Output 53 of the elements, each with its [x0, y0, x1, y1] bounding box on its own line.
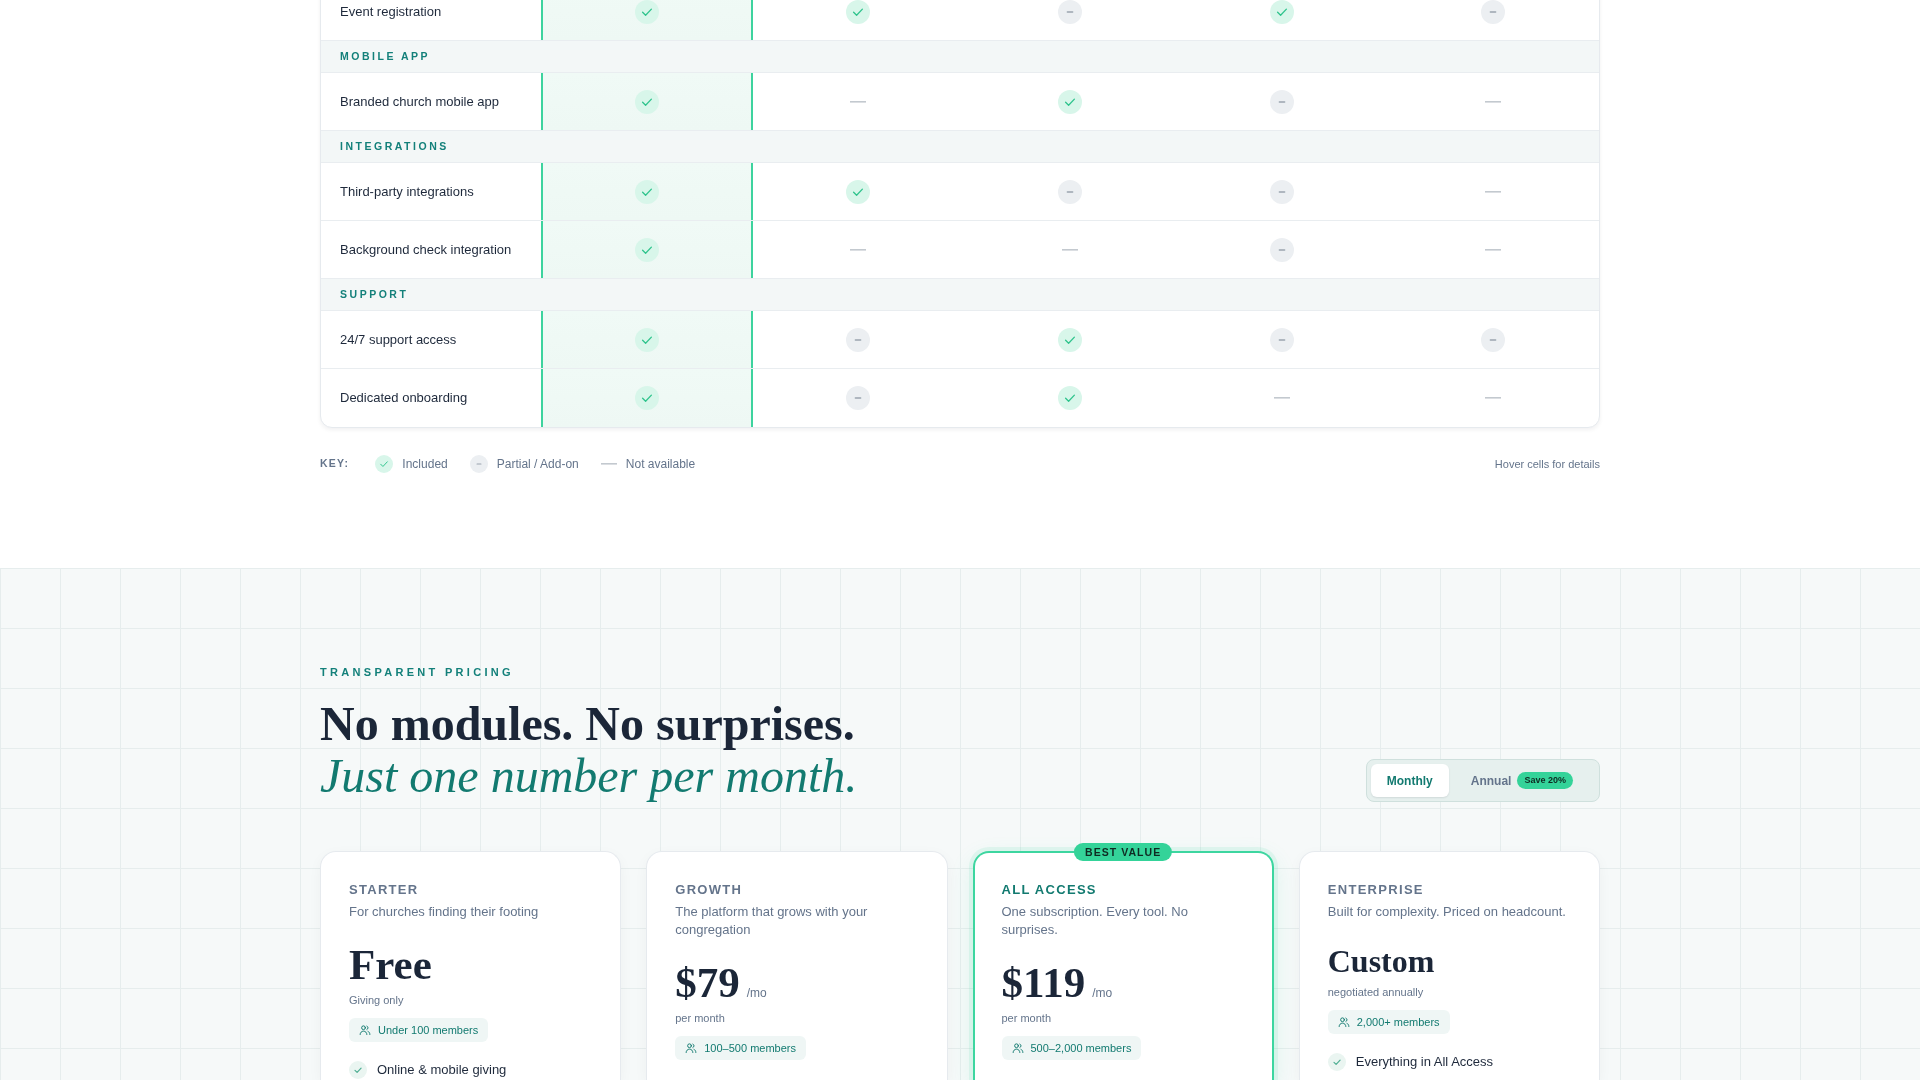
- headline: No modules. No surprises.: [320, 698, 856, 750]
- billing-option[interactable]: Annual Save 20%: [1456, 764, 1587, 797]
- plan-name: ENTERPRISE: [1327, 881, 1425, 899]
- price-note: per month: [675, 1011, 726, 1026]
- best-value-badge: BEST VALUE: [1074, 843, 1173, 861]
- member-count: 2,000+ members: [1356, 1014, 1440, 1030]
- price-note: negotiated annually: [1327, 985, 1425, 1000]
- plan-name: STARTER: [349, 881, 420, 899]
- section-eyebrow: TRANSPARENT PRICING: [320, 665, 515, 680]
- member-count: 100–500 members: [704, 1040, 796, 1056]
- feature-label: Branded church mobile app: [340, 92, 499, 111]
- member-count: Under 100 members: [378, 1022, 479, 1038]
- key-label: Not available: [625, 456, 696, 473]
- feature-text: Everything in All Access: [1355, 1053, 1494, 1071]
- price-note: per month: [1001, 1011, 1053, 1026]
- hint-text: Hover cells for details: [1494, 456, 1600, 472]
- billing-option[interactable]: Monthly: [1370, 764, 1449, 797]
- plan-description: One subscription. Every tool. No surprises.: [1001, 903, 1189, 939]
- feature-label: Event registration: [340, 2, 442, 21]
- feature-label: Dedicated onboarding: [340, 389, 468, 408]
- feature-label: Third-party integrations: [340, 182, 474, 201]
- users-icon: [1011, 1042, 1024, 1054]
- price-unit: /mo: [1092, 985, 1113, 1002]
- section-label: SUPPORT: [340, 286, 409, 302]
- plan-description: Built for complexity. Priced on headcount.: [1327, 903, 1567, 921]
- price-unit: /mo: [746, 985, 767, 1002]
- plan-price: Custom: [1327, 942, 1435, 981]
- member-count: 500–2,000 members: [1030, 1040, 1132, 1056]
- users-icon: [359, 1024, 371, 1036]
- minus-icon: [469, 455, 488, 473]
- check-icon: [375, 455, 394, 473]
- users-icon: [685, 1042, 698, 1054]
- plan-price: Free: [349, 941, 432, 989]
- key-label: Included: [402, 456, 448, 473]
- users-icon: [1337, 1016, 1350, 1028]
- section-label: MOBILE APP: [340, 48, 431, 64]
- plan-description: The platform that grows with your congregation: [675, 903, 869, 939]
- section-label: INTEGRATIONS: [340, 138, 449, 154]
- key-title: KEY:: [320, 456, 350, 472]
- key-label: Partial / Add-on: [496, 456, 579, 473]
- check-icon: [1327, 1053, 1346, 1071]
- feature-label: 24/7 support access: [340, 330, 457, 349]
- price-note: Giving only: [349, 993, 405, 1008]
- plan-price: $119: [1001, 959, 1086, 1007]
- discount-badge: Save 20%: [1517, 772, 1573, 789]
- plan-description: For churches finding their footing: [349, 903, 540, 921]
- plan-price: $79: [675, 959, 740, 1007]
- feature-text: Online & mobile giving: [377, 1061, 507, 1079]
- plan-name: ALL ACCESS: [1001, 881, 1098, 899]
- dash-icon: [600, 463, 617, 465]
- headline-accent: Just one number per month.: [320, 750, 858, 802]
- plan-name: GROWTH: [675, 881, 744, 899]
- feature-label: Background check integration: [340, 240, 512, 259]
